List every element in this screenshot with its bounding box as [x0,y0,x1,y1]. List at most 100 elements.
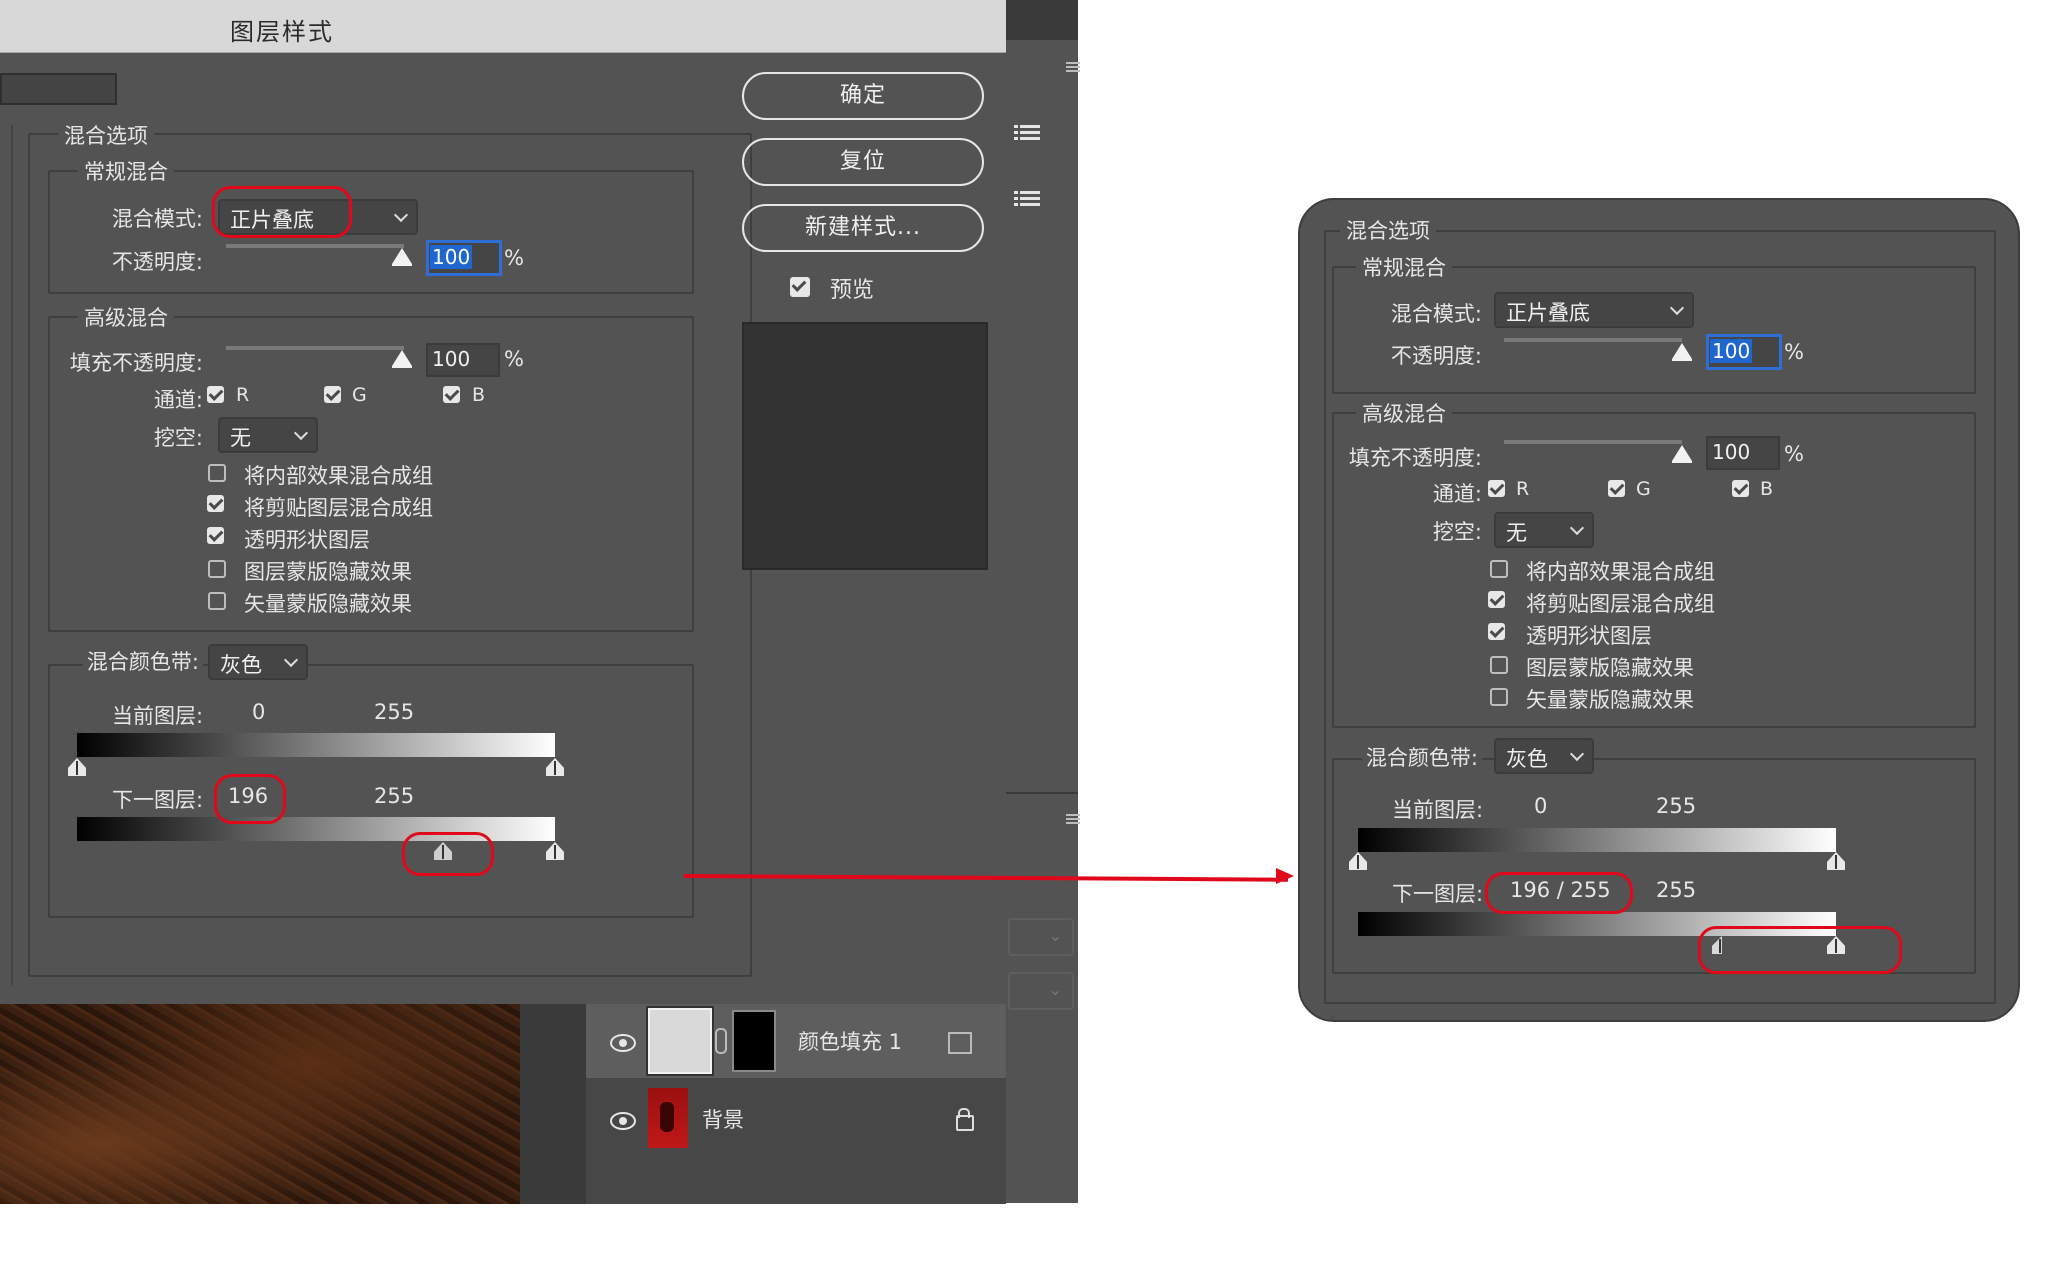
channel-r-checkbox[interactable] [207,386,224,403]
eye-icon[interactable] [610,1112,636,1130]
layer-fill-dropdown[interactable]: ⌄ [1008,972,1074,1010]
opacity-slider[interactable] [1504,338,1682,342]
fill-opacity-slider[interactable] [226,346,404,350]
layer-mask-thumbnail[interactable] [732,1010,776,1072]
blend-if-select[interactable]: 灰色 [208,644,308,680]
blend-mode-select[interactable]: 正片叠底 [1494,292,1694,328]
option-label: 透明形状图层 [1526,624,1652,648]
option-checkbox[interactable] [1488,591,1505,608]
knockout-select[interactable]: 无 [1494,512,1594,548]
annotation-ring-underlying-value [214,774,286,824]
opacity-slider[interactable] [226,244,404,248]
channel-b-checkbox[interactable] [443,386,460,403]
option-label: 透明形状图层 [244,528,370,552]
layer-row-background[interactable]: 背景 [586,1082,1006,1156]
option-checkbox[interactable] [1488,623,1505,640]
opacity-input[interactable]: 100 [426,240,502,276]
this-layer-white-value: 255 [374,700,415,724]
channel-b-checkbox[interactable] [1732,480,1749,497]
channel-g-checkbox[interactable] [1608,480,1625,497]
opacity-slider-thumb[interactable] [1672,343,1692,361]
option-label: 将剪贴图层混合成组 [1526,592,1715,616]
option-label: 将内部效果混合成组 [1526,560,1715,584]
fill-opacity-label: 填充不透明度: [1348,446,1482,470]
option-checkbox[interactable] [208,464,226,482]
chevron-down-icon [293,425,309,441]
photoshop-window: ⌄ ⌄ 图层样式 混合选项 常规混合 混合模式: 正片叠底 不透明度: 100 … [0,0,1080,1204]
knockout-value: 无 [230,426,251,450]
option-checkbox[interactable] [207,495,224,512]
panel-divider [1006,792,1078,794]
general-blending-title: 常规混合 [78,156,174,186]
list-icon[interactable] [1014,122,1040,144]
option-checkbox[interactable] [1490,688,1508,706]
this-layer-black-value: 0 [1534,794,1548,818]
knockout-select[interactable]: 无 [218,417,318,453]
chevron-down-icon [1569,520,1585,536]
list-icon[interactable] [1014,188,1040,210]
option-label: 将内部效果混合成组 [244,464,433,488]
styles-list-field[interactable] [0,73,117,105]
dialog-title: 图层样式 [230,18,334,46]
option-label: 图层蒙版隐藏效果 [1526,656,1694,680]
eye-icon[interactable] [610,1034,636,1052]
layers-panel: 颜色填充 1 背景 [586,1004,1006,1204]
layer-blend-dropdown[interactable]: ⌄ [1008,918,1074,956]
advanced-blending-title: 高级混合 [78,302,174,332]
channels-label: 通道: [1432,482,1482,506]
layers-menu-icon[interactable] [1066,812,1080,824]
fill-opacity-label: 填充不透明度: [69,351,203,375]
blend-if-select[interactable]: 灰色 [1494,738,1594,774]
option-checkbox[interactable] [208,592,226,610]
underlying-layer-label: 下一图层: [1392,882,1484,906]
blend-if-value: 灰色 [220,653,262,677]
blend-mode-value: 正片叠底 [1506,301,1590,325]
option-checkbox[interactable] [207,527,224,544]
annotation-ring-split-value [1485,872,1633,914]
fill-opacity-slider-thumb[interactable] [1672,445,1692,463]
blend-mode-label: 混合模式: [111,207,203,231]
fill-opacity-input[interactable]: 100 [426,343,500,377]
reset-button[interactable]: 复位 [742,138,984,186]
option-label: 图层蒙版隐藏效果 [244,560,412,584]
channel-r-checkbox[interactable] [1488,480,1505,497]
styles-list-edge [0,125,13,985]
channel-r-label: R [236,384,250,406]
blend-if-value: 灰色 [1506,747,1548,771]
option-checkbox[interactable] [1490,560,1508,578]
general-blending-group [1332,266,1976,394]
option-checkbox[interactable] [208,560,226,578]
layer-name: 颜色填充 1 [798,1030,903,1054]
fill-opacity-slider[interactable] [1504,440,1682,444]
layer-row-color-fill[interactable]: 颜色填充 1 [586,1004,1006,1078]
channel-g-label: G [1636,478,1651,500]
color-fill-thumbnail[interactable] [648,1008,712,1074]
new-style-button[interactable]: 新建样式... [742,204,984,252]
panel-menu-icon[interactable] [1066,60,1080,72]
underlying-layer-label: 下一图层: [112,788,204,812]
preview-checkbox[interactable] [790,277,810,297]
fill-opacity-slider-thumb[interactable] [392,350,412,368]
opacity-slider-thumb[interactable] [392,248,412,266]
opacity-label: 不透明度: [1390,344,1482,368]
link-icon[interactable] [715,1028,727,1054]
opacity-percent: % [1784,340,1804,364]
channels-label: 通道: [153,388,203,412]
option-label: 将剪贴图层混合成组 [244,496,433,520]
annotation-ring-split-handles [1698,926,1902,974]
chevron-down-icon [1669,300,1685,316]
option-checkbox[interactable] [1490,656,1508,674]
fx-badge-icon [948,1032,972,1054]
blend-options-title: 混合选项 [58,120,154,150]
ok-button[interactable]: 确定 [742,72,984,120]
layer-style-dialog: 图层样式 混合选项 常规混合 混合模式: 正片叠底 不透明度: 100 % 高级… [0,0,1006,1004]
fill-opacity-input[interactable]: 100 [1706,436,1780,470]
option-label: 矢量蒙版隐藏效果 [1526,688,1694,712]
channel-g-label: G [352,384,367,406]
channel-g-checkbox[interactable] [324,386,341,403]
opacity-input[interactable]: 100 [1706,334,1782,370]
background-thumbnail[interactable] [648,1088,688,1148]
dialog-titlebar: 图层样式 [0,0,1006,53]
underlying-white-value: 255 [374,784,415,808]
blend-options-title: 混合选项 [1340,215,1436,245]
